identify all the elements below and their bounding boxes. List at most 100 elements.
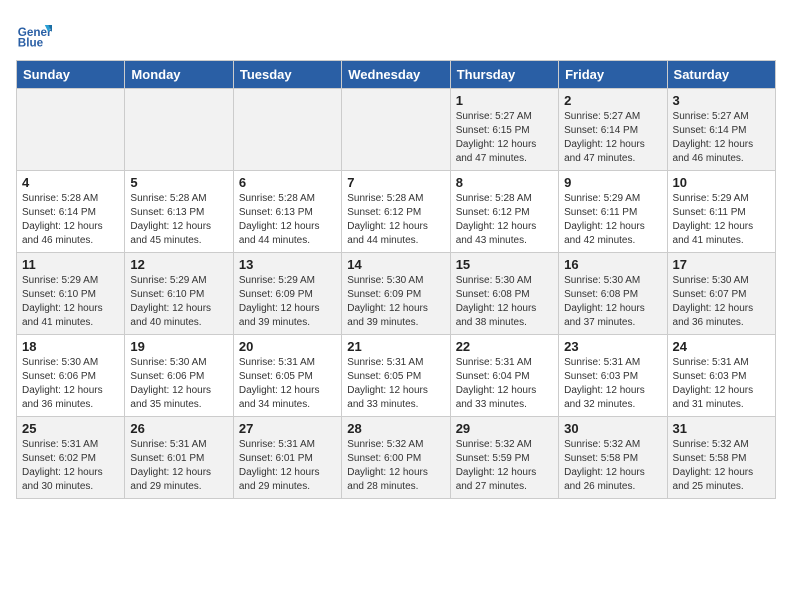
day-cell (342, 89, 450, 171)
day-number: 17 (673, 257, 770, 272)
col-header-wednesday: Wednesday (342, 61, 450, 89)
day-number: 4 (22, 175, 119, 190)
header-row: SundayMondayTuesdayWednesdayThursdayFrid… (17, 61, 776, 89)
day-cell: 17 Sunrise: 5:30 AM Sunset: 6:07 PM Dayli… (667, 253, 775, 335)
day-number: 26 (130, 421, 227, 436)
logo: General Blue (16, 16, 52, 52)
day-number: 30 (564, 421, 661, 436)
col-header-tuesday: Tuesday (233, 61, 341, 89)
day-cell: 1 Sunrise: 5:27 AM Sunset: 6:15 PM Daylig… (450, 89, 558, 171)
day-info: Sunrise: 5:28 AM Sunset: 6:13 PM Dayligh… (239, 192, 336, 248)
day-cell: 12 Sunrise: 5:29 AM Sunset: 6:10 PM Dayli… (125, 253, 233, 335)
day-info: Sunrise: 5:30 AM Sunset: 6:08 PM Dayligh… (564, 274, 661, 330)
day-cell: 29Sunrise: 5:32 AM Sunset: 5:59 PM Dayli… (450, 417, 558, 499)
day-info: Sunrise: 5:29 AM Sunset: 6:11 PM Dayligh… (564, 192, 661, 248)
day-info: Sunrise: 5:32 AM Sunset: 5:58 PM Dayligh… (673, 438, 770, 494)
col-header-monday: Monday (125, 61, 233, 89)
day-cell: 3Sunrise: 5:27 AM Sunset: 6:14 PM Daylig… (667, 89, 775, 171)
day-number: 10 (673, 175, 770, 190)
day-number: 28 (347, 421, 444, 436)
day-cell: 5 Sunrise: 5:28 AM Sunset: 6:13 PM Daylig… (125, 171, 233, 253)
day-cell: 30 Sunrise: 5:32 AM Sunset: 5:58 PM Dayli… (559, 417, 667, 499)
week-row-3: 11 Sunrise: 5:29 AM Sunset: 6:10 PM Dayli… (17, 253, 776, 335)
day-number: 8 (456, 175, 553, 190)
day-number: 12 (130, 257, 227, 272)
day-number: 2 (564, 93, 661, 108)
day-cell: 21 Sunrise: 5:31 AM Sunset: 6:05 PM Dayli… (342, 335, 450, 417)
day-info: Sunrise: 5:30 AM Sunset: 6:06 PM Dayligh… (22, 356, 119, 412)
day-cell: 31Sunrise: 5:32 AM Sunset: 5:58 PM Dayli… (667, 417, 775, 499)
day-info: Sunrise: 5:31 AM Sunset: 6:03 PM Dayligh… (564, 356, 661, 412)
day-info: Sunrise: 5:31 AM Sunset: 6:04 PM Dayligh… (456, 356, 553, 412)
day-info: Sunrise: 5:31 AM Sunset: 6:05 PM Dayligh… (239, 356, 336, 412)
day-cell: 27 Sunrise: 5:31 AM Sunset: 6:01 PM Dayli… (233, 417, 341, 499)
day-cell: 25 Sunrise: 5:31 AM Sunset: 6:02 PM Dayli… (17, 417, 125, 499)
day-info: Sunrise: 5:31 AM Sunset: 6:05 PM Dayligh… (347, 356, 444, 412)
day-cell: 24 Sunrise: 5:31 AM Sunset: 6:03 PM Dayli… (667, 335, 775, 417)
day-cell: 22 Sunrise: 5:31 AM Sunset: 6:04 PM Dayli… (450, 335, 558, 417)
day-info: Sunrise: 5:31 AM Sunset: 6:02 PM Dayligh… (22, 438, 119, 494)
day-info: Sunrise: 5:31 AM Sunset: 6:01 PM Dayligh… (239, 438, 336, 494)
day-info: Sunrise: 5:29 AM Sunset: 6:10 PM Dayligh… (22, 274, 119, 330)
day-number: 24 (673, 339, 770, 354)
day-cell: 8Sunrise: 5:28 AM Sunset: 6:12 PM Daylig… (450, 171, 558, 253)
svg-text:Blue: Blue (18, 37, 44, 50)
day-info: Sunrise: 5:28 AM Sunset: 6:14 PM Dayligh… (22, 192, 119, 248)
day-cell: 15Sunrise: 5:30 AM Sunset: 6:08 PM Dayli… (450, 253, 558, 335)
day-number: 1 (456, 93, 553, 108)
week-row-5: 25 Sunrise: 5:31 AM Sunset: 6:02 PM Dayli… (17, 417, 776, 499)
week-row-2: 4 Sunrise: 5:28 AM Sunset: 6:14 PM Daylig… (17, 171, 776, 253)
day-number: 21 (347, 339, 444, 354)
day-number: 6 (239, 175, 336, 190)
week-row-4: 18 Sunrise: 5:30 AM Sunset: 6:06 PM Dayli… (17, 335, 776, 417)
day-cell: 4 Sunrise: 5:28 AM Sunset: 6:14 PM Daylig… (17, 171, 125, 253)
col-header-friday: Friday (559, 61, 667, 89)
day-info: Sunrise: 5:30 AM Sunset: 6:06 PM Dayligh… (130, 356, 227, 412)
day-cell: 6 Sunrise: 5:28 AM Sunset: 6:13 PM Daylig… (233, 171, 341, 253)
day-info: Sunrise: 5:32 AM Sunset: 6:00 PM Dayligh… (347, 438, 444, 494)
day-number: 18 (22, 339, 119, 354)
week-row-1: 1 Sunrise: 5:27 AM Sunset: 6:15 PM Daylig… (17, 89, 776, 171)
day-number: 14 (347, 257, 444, 272)
day-info: Sunrise: 5:32 AM Sunset: 5:59 PM Dayligh… (456, 438, 553, 494)
day-info: Sunrise: 5:27 AM Sunset: 6:15 PM Dayligh… (456, 110, 553, 166)
day-number: 20 (239, 339, 336, 354)
day-cell: 9 Sunrise: 5:29 AM Sunset: 6:11 PM Daylig… (559, 171, 667, 253)
day-cell: 23 Sunrise: 5:31 AM Sunset: 6:03 PM Dayli… (559, 335, 667, 417)
day-cell: 26 Sunrise: 5:31 AM Sunset: 6:01 PM Dayli… (125, 417, 233, 499)
day-number: 15 (456, 257, 553, 272)
day-number: 22 (456, 339, 553, 354)
col-header-sunday: Sunday (17, 61, 125, 89)
day-number: 13 (239, 257, 336, 272)
day-info: Sunrise: 5:27 AM Sunset: 6:14 PM Dayligh… (564, 110, 661, 166)
day-info: Sunrise: 5:31 AM Sunset: 6:03 PM Dayligh… (673, 356, 770, 412)
day-cell: 28 Sunrise: 5:32 AM Sunset: 6:00 PM Dayli… (342, 417, 450, 499)
day-number: 19 (130, 339, 227, 354)
day-number: 3 (673, 93, 770, 108)
day-number: 9 (564, 175, 661, 190)
day-number: 25 (22, 421, 119, 436)
day-number: 11 (22, 257, 119, 272)
day-number: 5 (130, 175, 227, 190)
day-cell: 10Sunrise: 5:29 AM Sunset: 6:11 PM Dayli… (667, 171, 775, 253)
day-info: Sunrise: 5:30 AM Sunset: 6:09 PM Dayligh… (347, 274, 444, 330)
day-cell: 16 Sunrise: 5:30 AM Sunset: 6:08 PM Dayli… (559, 253, 667, 335)
col-header-saturday: Saturday (667, 61, 775, 89)
day-info: Sunrise: 5:28 AM Sunset: 6:13 PM Dayligh… (130, 192, 227, 248)
day-cell (233, 89, 341, 171)
day-cell: 14 Sunrise: 5:30 AM Sunset: 6:09 PM Dayli… (342, 253, 450, 335)
day-cell (125, 89, 233, 171)
day-cell: 13 Sunrise: 5:29 AM Sunset: 6:09 PM Dayli… (233, 253, 341, 335)
day-number: 27 (239, 421, 336, 436)
day-info: Sunrise: 5:31 AM Sunset: 6:01 PM Dayligh… (130, 438, 227, 494)
day-cell (17, 89, 125, 171)
day-info: Sunrise: 5:30 AM Sunset: 6:07 PM Dayligh… (673, 274, 770, 330)
day-number: 23 (564, 339, 661, 354)
day-info: Sunrise: 5:32 AM Sunset: 5:58 PM Dayligh… (564, 438, 661, 494)
day-number: 7 (347, 175, 444, 190)
day-info: Sunrise: 5:29 AM Sunset: 6:09 PM Dayligh… (239, 274, 336, 330)
day-number: 16 (564, 257, 661, 272)
day-cell: 7Sunrise: 5:28 AM Sunset: 6:12 PM Daylig… (342, 171, 450, 253)
calendar-table: SundayMondayTuesdayWednesdayThursdayFrid… (16, 60, 776, 499)
day-info: Sunrise: 5:29 AM Sunset: 6:10 PM Dayligh… (130, 274, 227, 330)
